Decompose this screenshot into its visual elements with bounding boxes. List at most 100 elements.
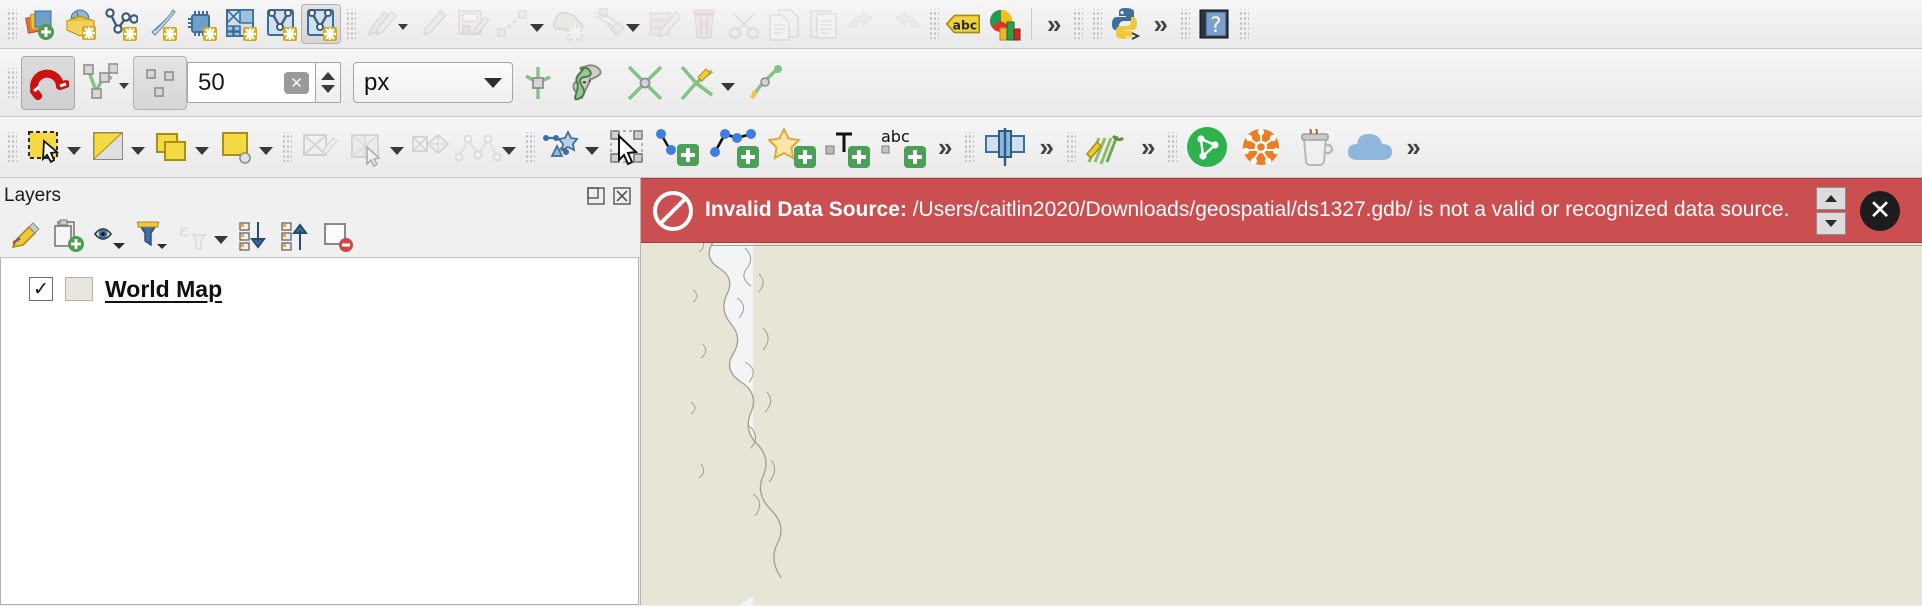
select-features-icon[interactable] <box>21 124 69 170</box>
label-toolbar-handle[interactable] <box>928 9 939 39</box>
current-edits-icon[interactable] <box>412 4 452 44</box>
add-line-feature-icon-2[interactable] <box>705 124 765 170</box>
snapping-options-icon[interactable] <box>133 55 187 110</box>
plugins-toolbar-handle[interactable] <box>1166 132 1178 162</box>
modify-attributes-icon[interactable] <box>644 4 684 44</box>
measure-toolbar-handle[interactable] <box>281 132 292 162</box>
new-project-icon[interactable] <box>21 4 61 44</box>
pan-map-icon[interactable] <box>603 124 651 170</box>
snapping-tolerance-stepper[interactable] <box>315 62 341 103</box>
remove-layer-icon[interactable] <box>318 216 358 256</box>
processing-toolbar-handle[interactable] <box>1064 132 1076 162</box>
toggle-editing-icon[interactable] <box>360 4 400 44</box>
add-feature-dropdown-icon[interactable] <box>530 24 544 32</box>
save-layer-edits-icon[interactable] <box>452 4 492 44</box>
filter-legend-icon[interactable] <box>132 216 172 256</box>
filter-legend-expression-icon[interactable]: ε <box>174 216 214 256</box>
deselect-dropdown-icon[interactable] <box>195 147 209 155</box>
layer-name[interactable]: World Map <box>105 276 222 303</box>
avoid-overlap-icon[interactable] <box>563 57 619 109</box>
snapping-on-intersection-icon[interactable] <box>619 57 671 109</box>
layer-visibility-checkbox[interactable]: ✓ <box>29 277 53 301</box>
close-icon[interactable]: ✕ <box>1860 190 1900 231</box>
list-item[interactable]: ✓ World Map <box>1 272 638 306</box>
add-point-feature-icon[interactable] <box>651 124 705 170</box>
paste-features-icon[interactable] <box>804 4 844 44</box>
identify-features-icon[interactable] <box>296 124 344 170</box>
open-layer-styling-panel-icon[interactable] <box>6 216 46 256</box>
add-vector-layer-icon[interactable] <box>61 4 101 44</box>
filter-expression-dropdown-icon[interactable] <box>214 235 228 244</box>
show-statistical-summary-icon[interactable] <box>408 124 452 170</box>
self-snapping-dropdown-icon[interactable] <box>721 82 735 91</box>
measure-dropdown-icon[interactable] <box>502 147 516 155</box>
snapping-tolerance-input[interactable]: 50 ✕ <box>187 62 315 103</box>
overflow-chevron-icon[interactable]: » <box>1040 11 1068 37</box>
help-toolbar-handle[interactable] <box>1178 9 1190 39</box>
map-layout-icon[interactable] <box>978 124 1032 170</box>
annotation-overflow-chevron-icon[interactable]: » <box>931 134 959 160</box>
tracing-icon[interactable] <box>739 57 791 109</box>
add-polygon-feature-icon[interactable] <box>548 4 588 44</box>
attributes-toolbar-handle[interactable] <box>6 132 17 162</box>
statistical-summary-icon[interactable] <box>983 4 1023 44</box>
undock-panel-icon[interactable] <box>586 186 606 206</box>
add-annotation-icon[interactable] <box>539 124 587 170</box>
vertex-tool-dropdown-icon[interactable] <box>626 24 640 32</box>
cloud-icon[interactable] <box>1341 122 1399 172</box>
share-map-icon[interactable] <box>1181 122 1233 172</box>
scroll-down-button[interactable] <box>1816 211 1846 235</box>
self-snapping-icon[interactable] <box>671 57 723 109</box>
vertex-tool-icon[interactable] <box>588 4 628 44</box>
add-html-annotation-icon[interactable]: abc <box>875 124 931 170</box>
digitizing-toolbar-handle[interactable] <box>345 9 356 39</box>
manage-map-themes-icon[interactable] <box>90 216 130 256</box>
close-panel-icon[interactable] <box>612 186 632 206</box>
select-features-dropdown-icon[interactable] <box>67 147 81 155</box>
help-icon[interactable]: ? <box>1194 4 1234 44</box>
coffee-icon[interactable] <box>1289 122 1341 172</box>
collapse-all-icon[interactable] <box>276 216 316 256</box>
add-delimited-text-layer-icon[interactable] <box>101 4 141 44</box>
label-toolbar-icon[interactable]: abc <box>943 4 983 44</box>
annotation-dropdown-icon[interactable] <box>585 147 599 155</box>
add-group-icon[interactable] <box>48 216 88 256</box>
scroll-up-button[interactable] <box>1816 186 1846 210</box>
layout-toolbar-handle[interactable] <box>963 132 975 162</box>
open-field-calculator-icon[interactable] <box>344 124 392 170</box>
layout-overflow-chevron-icon[interactable]: » <box>1032 134 1060 160</box>
add-raster-layer-icon[interactable] <box>221 4 261 44</box>
snapping-units-select[interactable]: px <box>353 62 513 103</box>
plugins-manager-icon[interactable] <box>1233 122 1289 172</box>
add-text-annotation-icon[interactable] <box>821 124 875 170</box>
python-overflow-chevron-icon[interactable]: » <box>1146 11 1174 37</box>
deselect-features-icon[interactable] <box>149 124 197 170</box>
measure-line-icon[interactable] <box>452 124 504 170</box>
python-toolbar-handle[interactable] <box>1091 9 1103 39</box>
plugin-toolbar-handle[interactable] <box>1072 9 1084 39</box>
snapping-vertex-icon[interactable] <box>75 57 121 109</box>
add-mesh-layer-icon[interactable] <box>261 4 301 44</box>
add-polygon-feature-icon-2[interactable] <box>765 124 821 170</box>
python-console-icon[interactable] <box>1106 4 1146 44</box>
add-wfs-layer-icon[interactable] <box>301 4 341 44</box>
snapping-magnet-icon[interactable] <box>21 55 75 110</box>
processing-overflow-chevron-icon[interactable]: » <box>1134 134 1162 160</box>
processing-toolbox-icon[interactable] <box>1080 124 1134 170</box>
cut-features-icon[interactable] <box>724 4 764 44</box>
layers-tree[interactable]: ✓ World Map <box>0 258 639 605</box>
topological-editing-icon[interactable] <box>513 57 563 109</box>
message-bar-scroll[interactable] <box>1816 186 1846 235</box>
snapping-toolbar-handle[interactable] <box>6 67 17 98</box>
add-postgis-layer-icon[interactable] <box>181 4 221 44</box>
copy-features-icon[interactable] <box>764 4 804 44</box>
map-canvas[interactable]: Invalid Data Source: /Users/caitlin2020/… <box>641 178 1922 605</box>
field-calculator-dropdown-icon[interactable] <box>390 147 404 155</box>
undo-icon[interactable] <box>844 4 884 44</box>
expand-all-icon[interactable] <box>234 216 274 256</box>
clear-icon[interactable]: ✕ <box>284 71 309 94</box>
annotation-toolbar-handle[interactable] <box>524 132 535 162</box>
toolbar-handle[interactable] <box>6 9 17 39</box>
add-line-feature-icon[interactable] <box>492 4 532 44</box>
select-by-polygon-icon[interactable] <box>85 124 133 170</box>
